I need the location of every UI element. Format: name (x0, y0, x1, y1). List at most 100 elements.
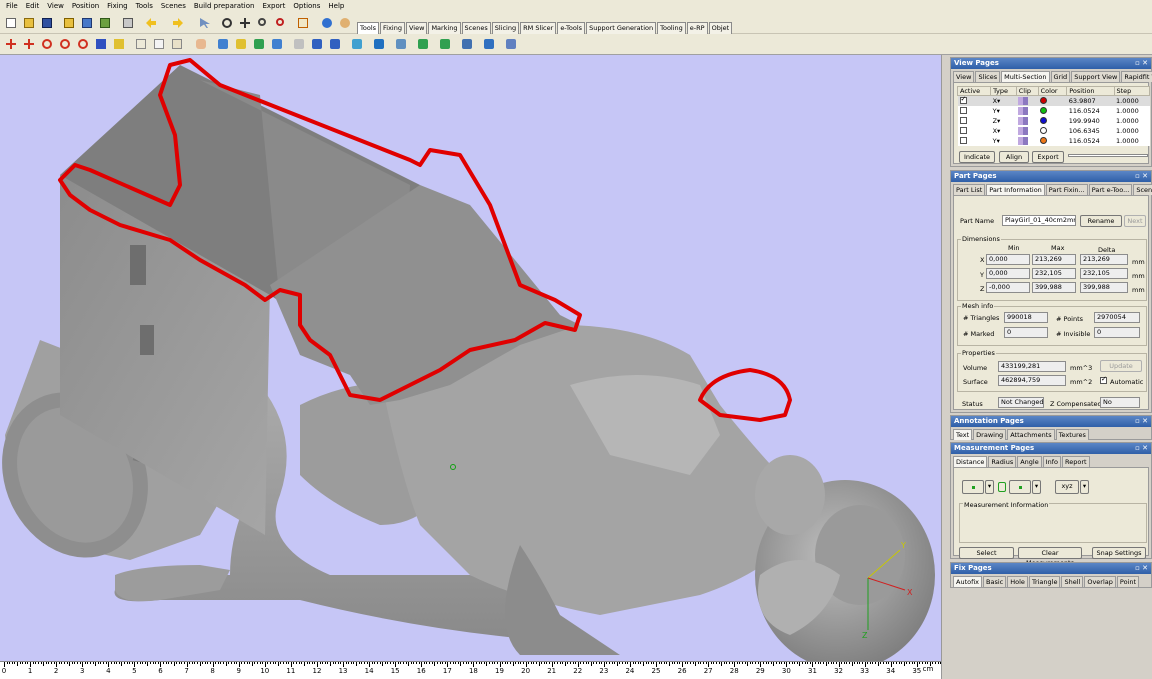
boolean-button[interactable] (215, 36, 231, 52)
table-row[interactable]: Z▾ 199.9940 1.0000 (957, 115, 1150, 126)
indicate-button[interactable]: Indicate (959, 151, 995, 163)
type-select[interactable]: X (993, 97, 997, 105)
color-dot[interactable] (1040, 107, 1048, 114)
tab-autofix[interactable]: Autofix (953, 576, 983, 587)
tab-triangle[interactable]: Triangle (1028, 576, 1061, 587)
tab-e-rp[interactable]: e-RP (686, 22, 708, 34)
tab-annotation-text[interactable]: Text (953, 429, 973, 440)
type-select[interactable]: X (993, 127, 997, 135)
tab-scenes[interactable]: Scenes (461, 22, 491, 34)
tab-basic[interactable]: Basic (983, 576, 1007, 587)
menu-export[interactable]: Export (258, 0, 289, 12)
type-select[interactable]: Z (993, 117, 997, 125)
tab-point[interactable]: Point (1116, 576, 1140, 587)
select-measure-button[interactable]: Select (959, 547, 1014, 559)
type-select[interactable]: Y (993, 137, 997, 145)
new-file-button[interactable] (3, 15, 19, 31)
point-b-button[interactable] (1009, 480, 1031, 494)
zoom-button[interactable] (255, 15, 271, 31)
rotate-button[interactable] (219, 15, 235, 31)
color-dot[interactable] (1040, 137, 1048, 144)
step-cell[interactable]: 1.0000 (1114, 115, 1150, 126)
active-checkbox[interactable] (959, 137, 967, 144)
wall-thickness-button[interactable] (309, 36, 325, 52)
menu-tools[interactable]: Tools (132, 0, 157, 12)
position-cell[interactable]: 199.9940 (1066, 115, 1114, 126)
hand-button[interactable] (193, 36, 209, 52)
rotate-part-button[interactable] (39, 36, 55, 52)
table-row[interactable]: X▾ 106.6345 1.0000 (957, 125, 1150, 136)
report-button[interactable] (503, 36, 519, 52)
table-row[interactable]: X▾ 63.9807 1.0000 (957, 95, 1150, 106)
panel-close-icon[interactable]: ▫ ✕ (1135, 416, 1148, 427)
slice-button[interactable] (437, 36, 453, 52)
explode-button[interactable] (393, 36, 409, 52)
rename-button[interactable]: Rename (1080, 215, 1122, 227)
link-icon[interactable] (998, 482, 1006, 492)
label-button[interactable] (327, 36, 343, 52)
step-cell[interactable]: 1.0000 (1114, 105, 1150, 116)
hollow-button[interactable] (269, 36, 285, 52)
tab-annotation-drawing[interactable]: Drawing (973, 429, 1007, 440)
menu-fixing[interactable]: Fixing (103, 0, 131, 12)
panel-close-icon[interactable]: ▫ ✕ (1135, 443, 1148, 454)
split-button[interactable] (415, 36, 431, 52)
part-name-select[interactable]: PlayGirl_01_40cm2mm (1002, 215, 1076, 226)
tab-e-tools[interactable]: e-Tools (557, 22, 586, 34)
section-button[interactable] (371, 36, 387, 52)
active-checkbox[interactable] (959, 107, 967, 114)
update-button[interactable]: Update (1100, 360, 1142, 372)
shell-button[interactable] (251, 36, 267, 52)
tab-distance[interactable]: Distance (953, 456, 988, 467)
offset-button[interactable] (291, 36, 307, 52)
3d-viewport[interactable]: Y X Z (0, 55, 941, 661)
open-button[interactable] (21, 15, 37, 31)
menu-position[interactable]: Position (68, 0, 103, 12)
position-slider[interactable] (1068, 154, 1148, 157)
tab-slicing[interactable]: Slicing (491, 22, 520, 34)
clear-measurements-button[interactable]: Clear Measurements (1018, 547, 1082, 567)
position-cell[interactable]: 63.9807 (1066, 95, 1114, 106)
assistant-button[interactable] (337, 15, 353, 31)
tab-info[interactable]: Info (1042, 456, 1062, 467)
menu-options[interactable]: Options (289, 0, 324, 12)
tab-shell[interactable]: Shell (1061, 576, 1084, 587)
snap-settings-button[interactable]: Snap Settings (1092, 547, 1146, 559)
help-button[interactable] (319, 15, 335, 31)
save-button[interactable] (39, 15, 55, 31)
tab-view-pages-slices[interactable]: Slices (975, 71, 1001, 82)
export-button[interactable]: Export (1032, 151, 1064, 163)
measure-button[interactable] (349, 36, 365, 52)
tab-radius[interactable]: Radius (988, 456, 1017, 467)
color-dot[interactable] (1040, 97, 1048, 105)
automatic-checkbox[interactable] (1100, 375, 1107, 384)
scale-button[interactable] (93, 36, 109, 52)
undo-button[interactable] (143, 15, 167, 31)
cut-button[interactable] (133, 36, 149, 52)
xyz-button[interactable]: xyz (1055, 480, 1079, 494)
tab-part-scenes[interactable]: Scenes (1133, 184, 1152, 195)
clip-icon[interactable] (1018, 136, 1029, 145)
check-button[interactable] (295, 15, 311, 31)
tab-tooling[interactable]: Tooling (657, 22, 686, 34)
tab-report[interactable]: Report (1062, 456, 1090, 467)
tab-view-pages-support-view[interactable]: Support View (1071, 71, 1121, 82)
active-checkbox[interactable] (959, 127, 967, 134)
tab-part-e-tools[interactable]: Part e-Too... (1088, 184, 1133, 195)
tab-view-pages-view[interactable]: View (953, 71, 975, 82)
tab-part-list[interactable]: Part List (953, 184, 986, 195)
panel-close-icon[interactable]: ▫ ✕ (1135, 563, 1148, 574)
menu-view[interactable]: View (43, 0, 68, 12)
clip-icon[interactable] (1018, 116, 1029, 125)
tab-part-information[interactable]: Part Information (986, 184, 1045, 195)
clip-icon[interactable] (1018, 96, 1029, 105)
tab-annotation-textures[interactable]: Textures (1055, 429, 1089, 440)
mirror-button[interactable] (75, 36, 91, 52)
menu-file[interactable]: File (2, 0, 22, 12)
print-button[interactable] (120, 15, 136, 31)
tab-hole[interactable]: Hole (1007, 576, 1028, 587)
color-dot[interactable] (1040, 127, 1048, 134)
pan-button[interactable] (237, 15, 253, 31)
clip-icon[interactable] (1018, 126, 1029, 135)
next-button[interactable]: Next (1124, 215, 1146, 227)
